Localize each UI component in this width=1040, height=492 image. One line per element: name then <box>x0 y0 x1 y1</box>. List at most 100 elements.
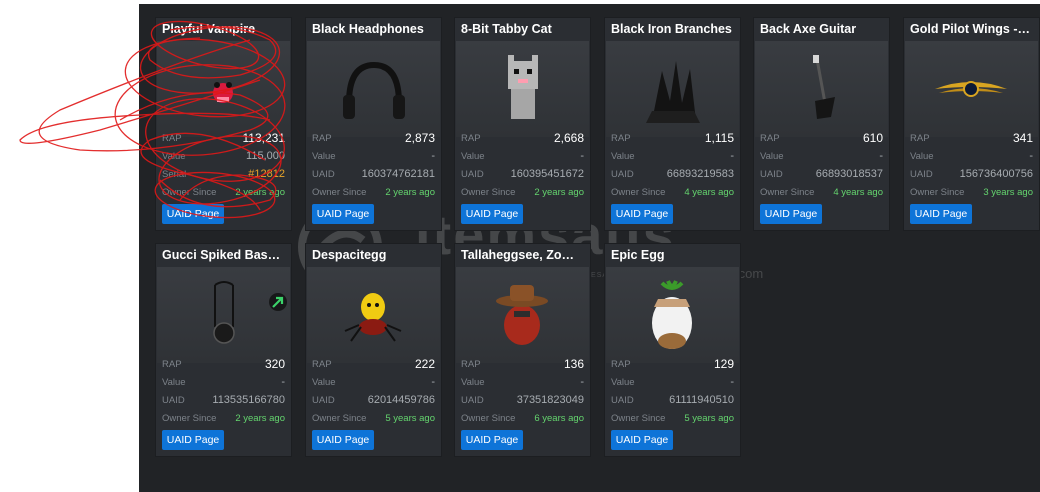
value-value: 115,000 <box>246 150 285 162</box>
item-thumbnail[interactable] <box>307 267 440 363</box>
row-owner-since: Owner Since 2 years ago <box>162 184 285 200</box>
spider-egg-icon <box>344 293 402 342</box>
rap-label: RAP <box>312 358 332 370</box>
row-uaid: UAID 66893018537 <box>760 166 883 182</box>
item-card[interactable]: Gold Pilot Wings - T... RAP 341 Value - UAID 1… <box>903 17 1040 231</box>
row-rap: RAP 222 <box>312 356 435 372</box>
uaid-label: UAID <box>461 168 484 180</box>
item-name[interactable]: Playful Vampire <box>162 22 285 40</box>
owner-since-label: Owner Since <box>461 186 516 198</box>
item-thumbnail[interactable] <box>755 41 888 137</box>
item-card[interactable]: 8-Bit Tabby Cat RAP 2,668 Value - UAID 1603954… <box>454 17 591 231</box>
owner-since-value: 3 years ago <box>983 186 1033 198</box>
value-label: Value <box>611 150 635 162</box>
branches-icon <box>646 61 700 123</box>
uaid-page-button[interactable]: UAID Page <box>461 430 523 450</box>
item-name[interactable]: Black Iron Branches <box>611 22 734 40</box>
row-rap: RAP 136 <box>461 356 584 372</box>
uaid-page-button[interactable]: UAID Page <box>312 204 374 224</box>
item-name[interactable]: Gold Pilot Wings - T... <box>910 22 1033 40</box>
value-label: Value <box>760 150 784 162</box>
axe-guitar-icon <box>813 55 835 119</box>
uaid-value: 160395451672 <box>510 168 584 180</box>
item-name[interactable]: 8-Bit Tabby Cat <box>461 22 584 40</box>
uaid-label: UAID <box>760 168 783 180</box>
item-thumbnail[interactable] <box>456 41 589 137</box>
value-label: Value <box>312 150 336 162</box>
trend-up-icon[interactable] <box>269 293 287 311</box>
rap-value: 129 <box>713 357 734 371</box>
item-thumbnail[interactable] <box>456 267 589 363</box>
value-label: Value <box>162 376 186 388</box>
uaid-page-button[interactable]: UAID Page <box>312 430 374 450</box>
row-owner-since: Owner Since 2 years ago <box>312 184 435 200</box>
rap-value: 222 <box>414 357 435 371</box>
row-owner-since: Owner Since 5 years ago <box>312 410 435 426</box>
item-card[interactable]: Epic Egg RAP 129 Value - UAID 61111940510 Owner… <box>604 243 741 457</box>
item-name[interactable]: Black Headphones <box>312 22 435 40</box>
row-rap: RAP 2,873 <box>312 130 435 146</box>
item-thumbnail[interactable] <box>307 41 440 137</box>
owner-since-value: 6 years ago <box>534 412 584 424</box>
headphones-icon <box>343 61 405 119</box>
item-card[interactable]: Black Iron Branches RAP 1,115 Value - UAID 668… <box>604 17 741 231</box>
uaid-page-button[interactable]: UAID Page <box>910 204 972 224</box>
value-value: - <box>281 376 285 388</box>
item-card[interactable]: Playful Vampire RAP 113,231 Value 115,000 Ser… <box>155 17 292 231</box>
uaid-page-button[interactable]: UAID Page <box>162 204 224 224</box>
rap-value: 113,231 <box>242 131 286 145</box>
item-name[interactable]: Back Axe Guitar <box>760 22 883 40</box>
rap-label: RAP <box>162 132 182 144</box>
uaid-page-button[interactable]: UAID Page <box>760 204 822 224</box>
row-rap: RAP 129 <box>611 356 734 372</box>
uaid-value: 37351823049 <box>516 394 584 406</box>
item-card[interactable]: Tallaheggsee, Zombi... RAP 136 Value - UAID 37… <box>454 243 591 457</box>
row-value: Value - <box>162 374 285 390</box>
uaid-page-button[interactable]: UAID Page <box>611 430 673 450</box>
uaid-page-button[interactable]: UAID Page <box>461 204 523 224</box>
item-name[interactable]: Epic Egg <box>611 248 734 266</box>
uaid-label: UAID <box>312 394 335 406</box>
item-card[interactable]: Black Headphones RAP 2,873 Value - UAID 160374… <box>305 17 442 231</box>
rap-value: 2,668 <box>553 131 584 145</box>
row-serial: Serial #12812 <box>162 166 285 182</box>
item-thumbnail[interactable] <box>157 41 290 137</box>
owner-since-label: Owner Since <box>910 186 965 198</box>
uaid-value: 66893219583 <box>666 168 734 180</box>
owner-since-value: 2 years ago <box>534 186 584 198</box>
row-value: Value - <box>910 148 1033 164</box>
item-thumbnail[interactable] <box>157 267 290 363</box>
item-card[interactable]: Gucci Spiked Basket... RAP 320 Value - UAID 11… <box>155 243 292 457</box>
rap-label: RAP <box>162 358 182 370</box>
rap-value: 1,115 <box>704 131 734 145</box>
owner-since-value: 2 years ago <box>385 186 435 198</box>
item-name[interactable]: Despacitegg <box>312 248 435 266</box>
uaid-label: UAID <box>611 168 634 180</box>
value-value: - <box>431 150 435 162</box>
item-card[interactable]: Despacitegg RAP 222 Value - UAID 62014459786 Ow… <box>305 243 442 457</box>
cowboy-egg-icon <box>496 285 548 345</box>
item-name[interactable]: Tallaheggsee, Zombi... <box>461 248 584 266</box>
owner-since-value: 5 years ago <box>385 412 435 424</box>
row-rap: RAP 2,668 <box>461 130 584 146</box>
row-uaid: UAID 160374762181 <box>312 166 435 182</box>
item-thumbnail[interactable] <box>905 41 1038 137</box>
owner-since-value: 2 years ago <box>235 186 285 198</box>
row-uaid: UAID 160395451672 <box>461 166 584 182</box>
uaid-page-button[interactable]: UAID Page <box>162 430 224 450</box>
row-uaid: UAID 37351823049 <box>461 392 584 408</box>
row-owner-since: Owner Since 3 years ago <box>910 184 1033 200</box>
owner-since-label: Owner Since <box>461 412 516 424</box>
item-thumbnail[interactable] <box>606 267 739 363</box>
item-name[interactable]: Gucci Spiked Basket... <box>162 248 285 266</box>
rap-value: 136 <box>563 357 584 371</box>
owner-since-label: Owner Since <box>312 412 367 424</box>
row-rap: RAP 320 <box>162 356 285 372</box>
owner-since-label: Owner Since <box>611 412 666 424</box>
row-value: Value - <box>611 148 734 164</box>
row-owner-since: Owner Since 2 years ago <box>461 184 584 200</box>
item-thumbnail[interactable] <box>606 41 739 137</box>
value-label: Value <box>910 150 934 162</box>
uaid-page-button[interactable]: UAID Page <box>611 204 673 224</box>
item-card[interactable]: Back Axe Guitar RAP 610 Value - UAID 668930185… <box>753 17 890 231</box>
